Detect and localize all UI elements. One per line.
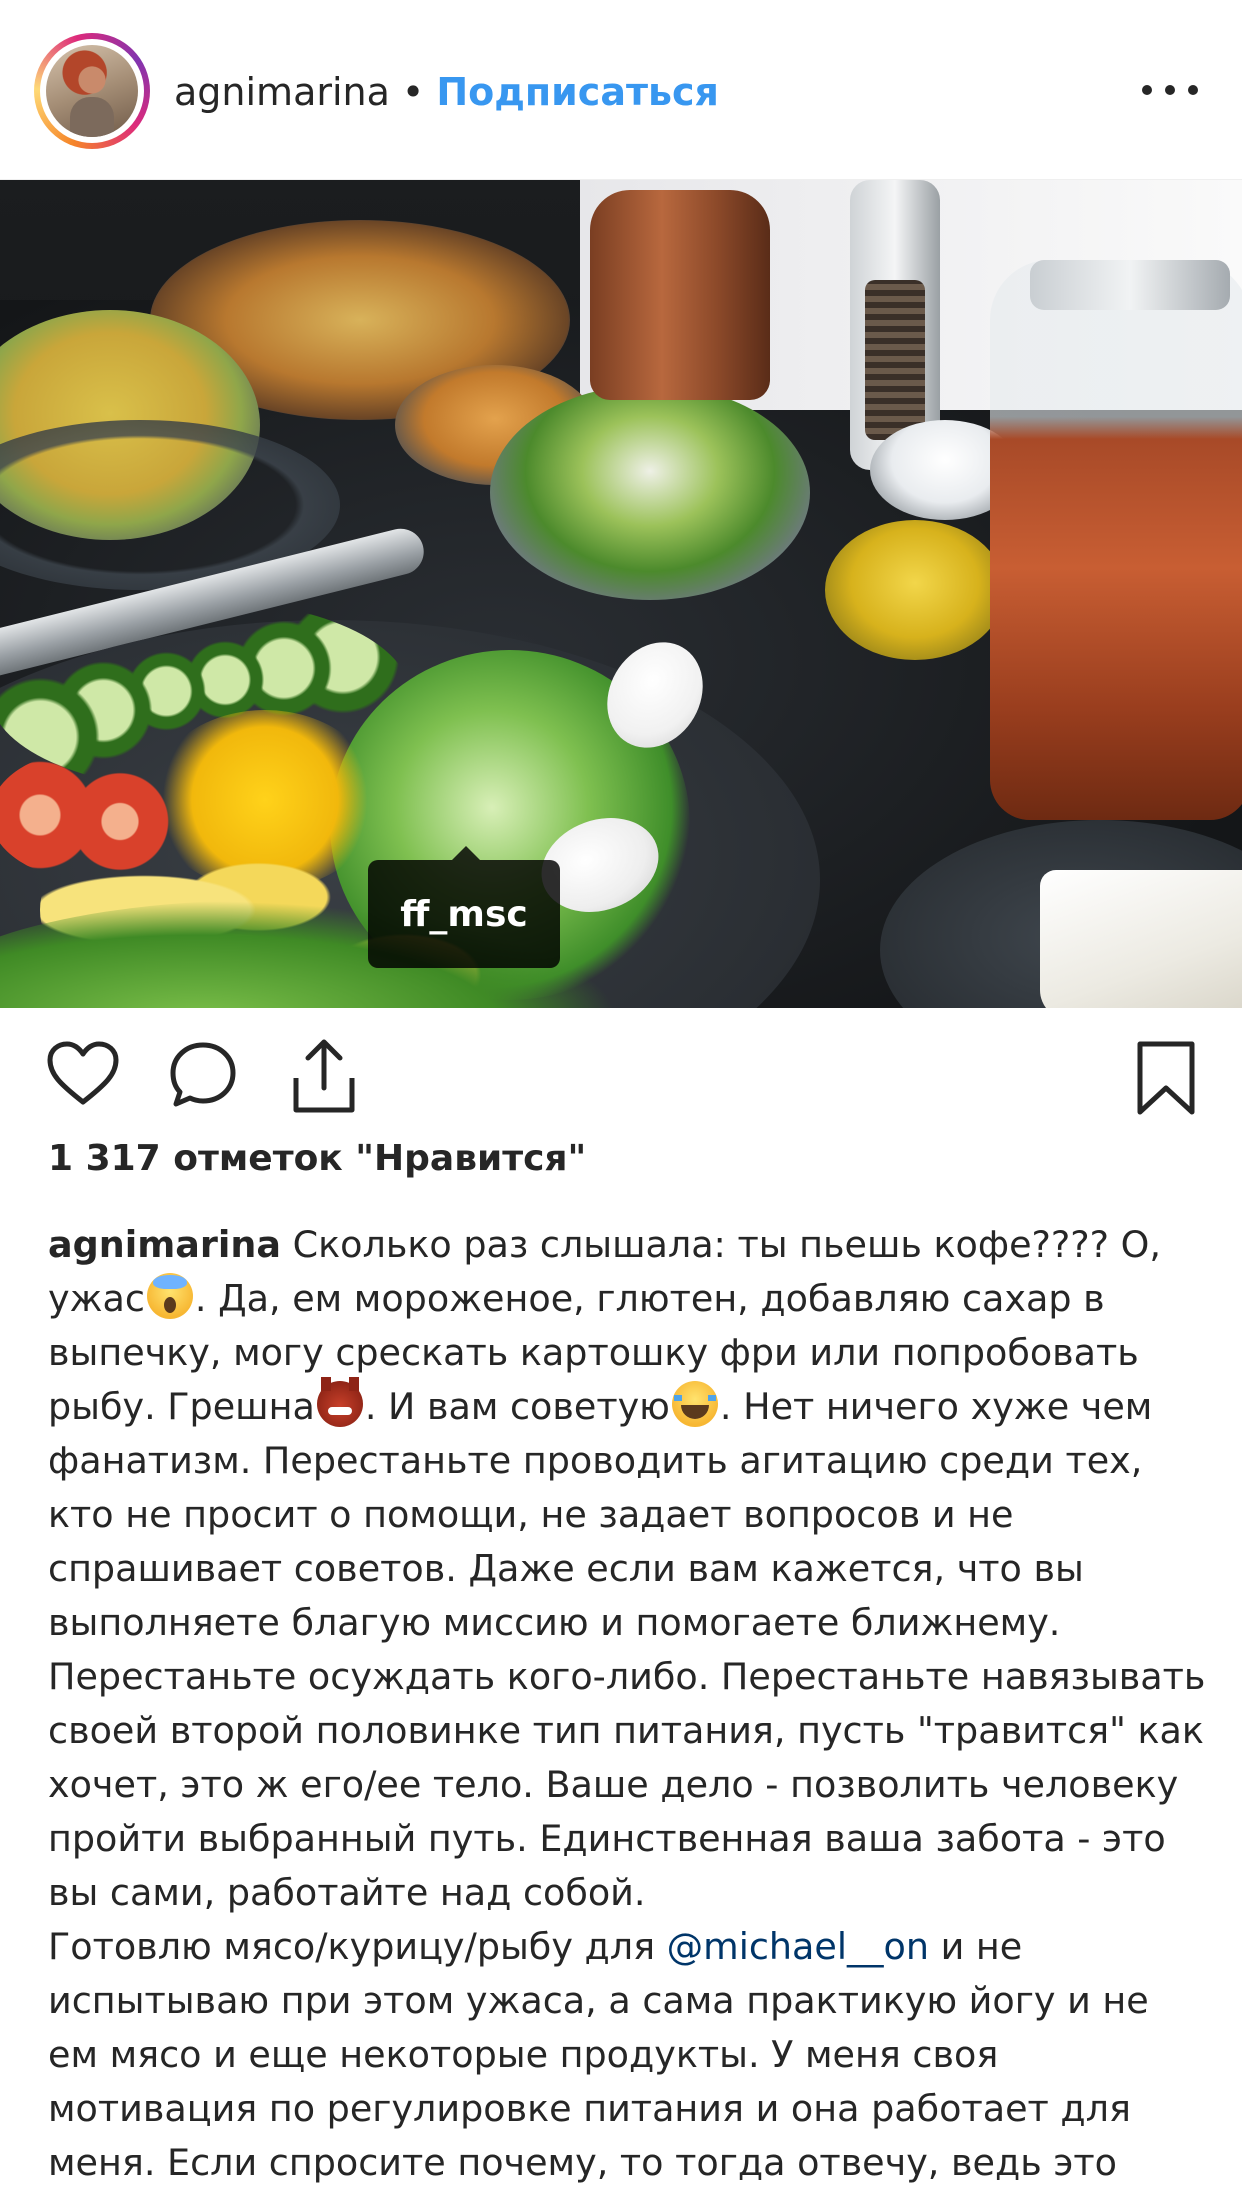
caption-author[interactable]: agnimarina <box>48 1223 281 1266</box>
post-header: agnimarina • Подписаться <box>0 0 1242 180</box>
caption-line: кто не просит о помощи, не задает вопрос… <box>48 1493 1014 1536</box>
action-bar <box>0 1008 1242 1148</box>
caption-text: . Нет ничего хуже чем <box>719 1385 1153 1428</box>
caption-line: спрашивает советов. Даже если вам кажетс… <box>48 1547 1084 1590</box>
caption-line: испытываю при этом ужаса, а сама практик… <box>48 1979 1149 2022</box>
caption-text: . Да, ем мороженое, глютен, добавляю сах… <box>194 1277 1105 1320</box>
caption-line: вы сами, работайте над собой. <box>48 1871 646 1914</box>
tea-jar-neck <box>1030 260 1230 310</box>
avatar-figure <box>70 97 114 137</box>
caption-line: Перестаньте осуждать кого-либо. Перестан… <box>48 1655 1206 1698</box>
heart-icon[interactable] <box>46 1040 120 1106</box>
photo-user-tag[interactable]: ff_msc <box>368 846 560 968</box>
caption-line: agnimarina Сколько раз слышала: ты пьешь… <box>48 1218 1208 1272</box>
share-icon[interactable] <box>290 1038 358 1114</box>
salad-bowl <box>490 385 810 600</box>
username-link[interactable]: agnimarina <box>174 70 390 114</box>
pepper-grinder-content <box>865 280 925 440</box>
caption-line: Готовлю мясо/курицу/рыбу для @michael__o… <box>48 1920 1208 1974</box>
caption-line: выполняете благую миссию и помогаете бли… <box>48 1601 1061 1644</box>
tea-jar <box>990 260 1242 820</box>
caption-line: меня. Если спросите почему, то тогда отв… <box>48 2141 1117 2184</box>
avatar[interactable] <box>46 45 138 137</box>
laughing-emoji <box>671 1381 718 1427</box>
caption-line: хочет, это ж его/ее тело. Ваше дело - по… <box>48 1763 1179 1806</box>
caption-line: мотивация по регулировке питания и она р… <box>48 2087 1131 2130</box>
devil-emoji <box>316 1377 363 1427</box>
post-photo[interactable]: ff_msc <box>0 180 1242 1008</box>
separator-dot: • <box>401 70 425 114</box>
caption-line: ужас . Да, ем мороженое, глютен, добавляю… <box>48 1272 1208 1326</box>
username-row: agnimarina • Подписаться <box>174 64 719 120</box>
caption-text: и не <box>928 1925 1023 1968</box>
avatar-ring-gap <box>40 39 144 143</box>
caption-text: рыбу. Грешна <box>48 1385 315 1428</box>
oil-bowl <box>825 520 1005 660</box>
caption-line: выпечку, могу срескать картошку фри или … <box>48 1331 1139 1374</box>
comment-icon[interactable] <box>168 1040 238 1110</box>
caption-line: своей второй половинке тип питания, пуст… <box>48 1709 1204 1752</box>
mention-link[interactable]: @michael__on <box>667 1925 929 1968</box>
caption-line: фанатизм. Перестаньте проводить агитацию… <box>48 1439 1143 1482</box>
likes-count[interactable]: 1 317 отметок "Нравится" <box>48 1138 586 1179</box>
caption-text: Готовлю мясо/курицу/рыбу для <box>48 1925 667 1968</box>
caption-text: Сколько раз слышала: ты пьешь кофе???? О… <box>281 1223 1161 1266</box>
bookmark-icon[interactable] <box>1136 1040 1196 1116</box>
cheese-block <box>1040 870 1242 1008</box>
follow-button[interactable]: Подписаться <box>436 70 719 114</box>
caption-text: ужас <box>48 1277 145 1320</box>
more-horizontal-icon[interactable] <box>1142 78 1198 102</box>
caption-text: . И вам советую <box>364 1385 670 1428</box>
caption-line: рыбу. Грешна . И вам советую . Нет ничего … <box>48 1377 1208 1434</box>
caption-line: ем мясо и еще некоторые продукты. У меня… <box>48 2033 999 2076</box>
tea-jar-back <box>590 190 770 400</box>
scream-emoji <box>146 1273 193 1319</box>
post-caption: agnimarina Сколько раз слышала: ты пьешь… <box>48 1218 1208 2190</box>
avatar-story-ring[interactable] <box>34 33 150 149</box>
caption-line: пройти выбранный путь. Единственная ваша… <box>48 1817 1166 1860</box>
